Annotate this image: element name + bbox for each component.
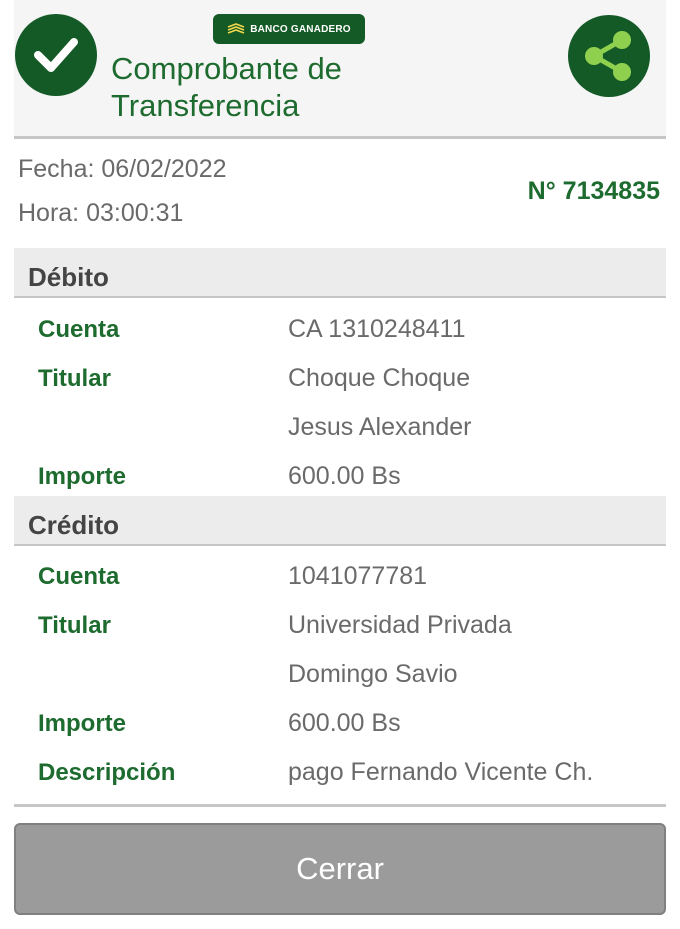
credit-account-value: 1041077781 — [288, 562, 428, 590]
debit-holder-line1: Choque Choque — [288, 364, 471, 392]
bank-logo-mark-icon — [227, 23, 245, 34]
credit-description-label: Descripción — [38, 759, 176, 786]
debit-holder-label: Titular — [38, 365, 111, 392]
credit-account-label: Cuenta — [38, 563, 120, 590]
credit-amount-label: Importe — [38, 710, 127, 737]
share-icon — [585, 31, 631, 81]
bottom-divider — [14, 804, 666, 807]
credit-section-header: Crédito — [14, 496, 666, 546]
debit-amount-value: 600.00 Bs — [288, 462, 401, 490]
bank-logo-text: BANCO GANADERO — [250, 23, 351, 35]
share-button[interactable] — [568, 15, 650, 97]
credit-holder-line1: Universidad Privada — [288, 611, 512, 639]
credit-section-title: Crédito — [28, 510, 119, 540]
debit-section-title: Débito — [28, 262, 109, 292]
credit-holder-line2: Domingo Savio — [288, 660, 458, 688]
debit-holder-line2: Jesus Alexander — [288, 413, 472, 441]
debit-account-value: CA 1310248411 — [288, 315, 466, 343]
receipt-header: BANCO GANADERO Comprobante de Transferen… — [14, 0, 666, 139]
bank-logo: BANCO GANADERO — [213, 14, 365, 44]
credit-description-value: pago Fernando Vicente Ch. — [288, 758, 594, 786]
debit-account-label: Cuenta — [38, 316, 120, 343]
close-button[interactable]: Cerrar — [14, 823, 666, 915]
transaction-date: Fecha: 06/02/2022 — [18, 155, 227, 183]
debit-amount-label: Importe — [38, 463, 127, 490]
transaction-number: N° 7134835 — [527, 177, 660, 205]
page-title: Comprobante de Transferencia — [111, 51, 342, 123]
credit-holder-label: Titular — [38, 612, 111, 639]
transaction-time: Hora: 03:00:31 — [18, 199, 184, 227]
debit-section-header: Débito — [14, 248, 666, 298]
credit-amount-value: 600.00 Bs — [288, 709, 401, 737]
check-icon — [15, 14, 97, 96]
